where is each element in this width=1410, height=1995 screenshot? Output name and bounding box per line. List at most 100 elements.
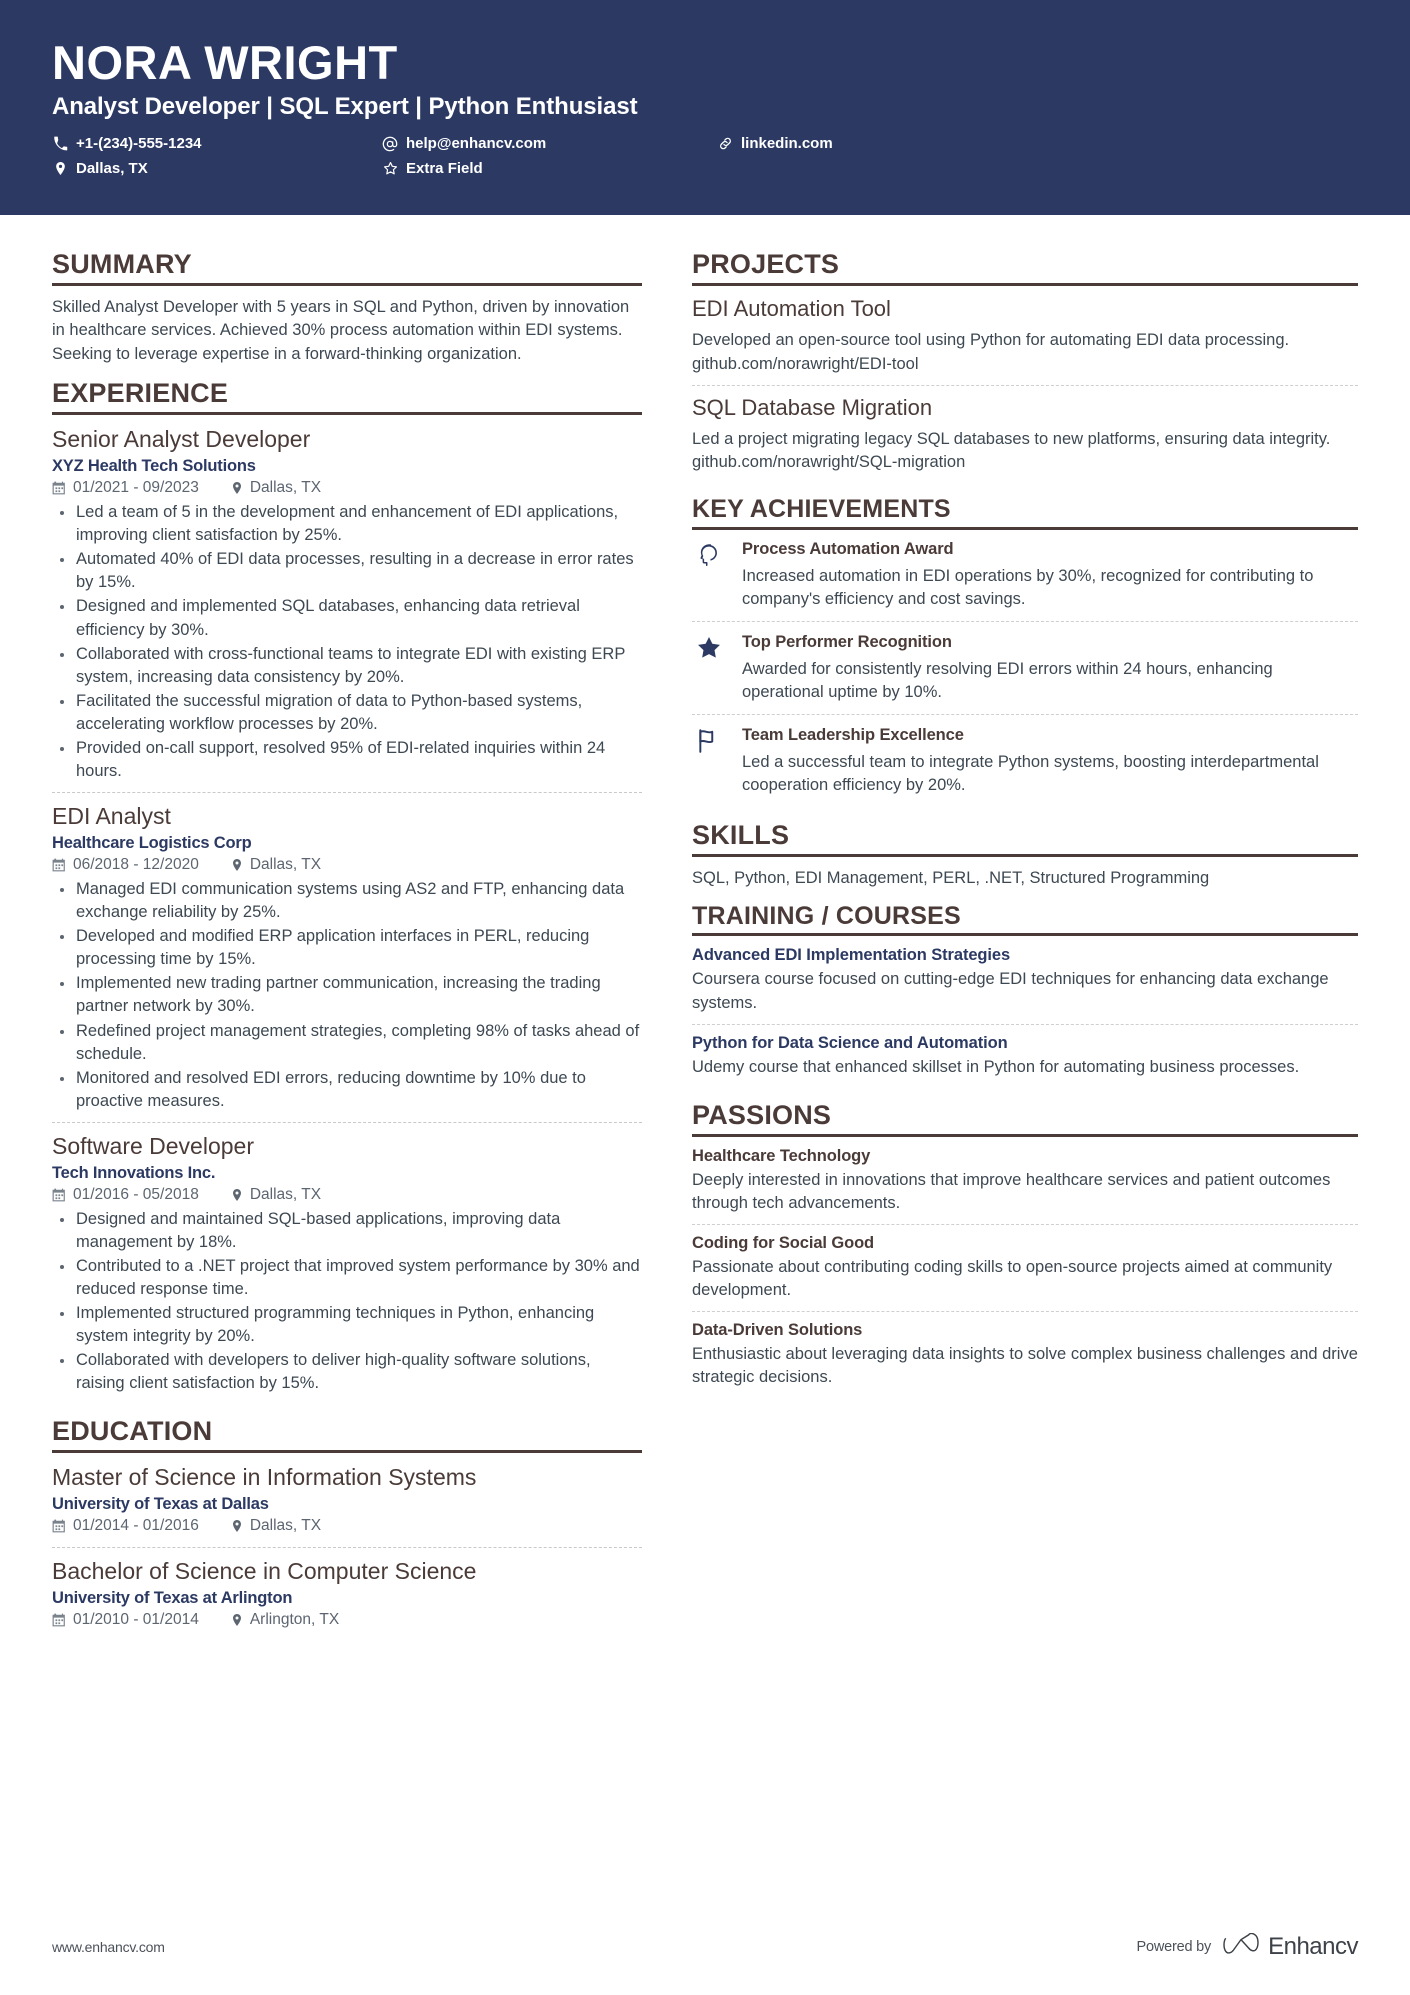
list-item: Monitored and resolved EDI errors, reduc… bbox=[60, 1067, 642, 1113]
divider bbox=[692, 933, 1358, 937]
map-pin-icon bbox=[52, 161, 68, 176]
divider bbox=[692, 283, 1358, 287]
section-heading-skills: SKILLS bbox=[692, 819, 790, 850]
job-title: Senior Analyst Developer bbox=[52, 426, 311, 453]
job-location: Dallas, TX bbox=[231, 1186, 321, 1204]
list-item: Contributed to a .NET project that impro… bbox=[60, 1255, 642, 1301]
map-pin-icon bbox=[231, 1188, 243, 1202]
job-meta: 06/2018 - 12/2020 Dallas, TX bbox=[52, 856, 642, 874]
job-title: Software Developer bbox=[52, 1132, 254, 1159]
contact-linkedin[interactable]: linkedin.com bbox=[717, 131, 1017, 156]
project-item: EDI Automation Tool Developed an open-so… bbox=[692, 296, 1358, 385]
map-pin-icon bbox=[231, 1613, 243, 1627]
job-bullets: Managed EDI communication systems using … bbox=[52, 878, 642, 1113]
job-location-text: Dallas, TX bbox=[249, 855, 322, 873]
job-dates-text: 01/2021 - 09/2023 bbox=[73, 479, 199, 497]
divider bbox=[692, 1133, 1358, 1137]
training-item: Advanced EDI Implementation Strategies C… bbox=[692, 946, 1358, 1023]
training-item: Python for Data Science and Automation U… bbox=[692, 1023, 1358, 1088]
contact-phone[interactable]: +1-(234)-555-1234 bbox=[52, 131, 382, 156]
calendar-icon bbox=[52, 481, 66, 495]
project-title: SQL Database Migration bbox=[692, 394, 933, 420]
achievement-item: Process Automation Award Increased autom… bbox=[692, 540, 1358, 621]
section-training-courses: TRAINING / COURSES Advanced EDI Implemen… bbox=[692, 902, 1358, 1088]
list-item: Automated 40% of EDI data processes, res… bbox=[60, 548, 642, 594]
job-bullets: Led a team of 5 in the development and e… bbox=[52, 501, 642, 783]
achievement-item: Top Performer Recognition Awarded for co… bbox=[692, 621, 1358, 714]
right-column: PROJECTS EDI Automation Tool Developed a… bbox=[692, 215, 1358, 1645]
map-pin-icon bbox=[231, 1519, 243, 1533]
section-heading-education: EDUCATION bbox=[52, 1416, 213, 1447]
brand-name: Enhancv bbox=[1268, 1933, 1358, 1960]
education-meta: 01/2010 - 01/2014 Arlington, TX bbox=[52, 1611, 642, 1629]
list-item: Designed and implemented SQL databases, … bbox=[60, 595, 642, 641]
achievement-body: Top Performer Recognition Awarded for co… bbox=[742, 633, 1358, 704]
divider bbox=[692, 526, 1358, 530]
experience-entry: Senior Analyst Developer XYZ Health Tech… bbox=[52, 425, 642, 792]
star-outline-icon bbox=[382, 161, 398, 176]
education-dates: 01/2014 - 01/2016 bbox=[52, 1517, 199, 1535]
passion-description: Deeply interested in innovations that im… bbox=[692, 1170, 1331, 1212]
list-item: Facilitated the successful migration of … bbox=[60, 690, 642, 736]
list-item: Developed and modified ERP application i… bbox=[60, 925, 642, 971]
job-dates: 06/2018 - 12/2020 bbox=[52, 856, 199, 874]
achievement-title: Team Leadership Excellence bbox=[742, 726, 964, 745]
job-dates: 01/2016 - 05/2018 bbox=[52, 1186, 199, 1204]
passion-description: Enthusiastic about leveraging data insig… bbox=[692, 1345, 1358, 1387]
job-dates: 01/2021 - 09/2023 bbox=[52, 479, 199, 497]
job-title: EDI Analyst bbox=[52, 803, 171, 830]
job-meta: 01/2016 - 05/2018 Dallas, TX bbox=[52, 1186, 642, 1204]
contact-email[interactable]: help@enhancv.com bbox=[382, 131, 717, 156]
achievement-text: Awarded for consistently resolving EDI e… bbox=[742, 660, 1273, 702]
passion-description: Passionate about contributing coding ski… bbox=[692, 1257, 1333, 1300]
training-description: Coursera course focused on cutting-edge … bbox=[692, 970, 1329, 1012]
achievement-body: Process Automation Award Increased autom… bbox=[742, 540, 1358, 611]
list-item: Collaborated with cross-functional teams… bbox=[60, 643, 642, 689]
contact-location: Dallas, TX bbox=[52, 156, 382, 181]
company-name: XYZ Health Tech Solutions bbox=[52, 457, 256, 476]
education-dates: 01/2010 - 01/2014 bbox=[52, 1611, 199, 1629]
resume-header: NORA WRIGHT Analyst Developer | SQL Expe… bbox=[0, 0, 1410, 215]
divider bbox=[52, 1450, 642, 1454]
contact-extra-field: Extra Field bbox=[382, 156, 717, 181]
project-description: Led a project migrating legacy SQL datab… bbox=[692, 430, 1331, 472]
job-dates-text: 01/2016 - 05/2018 bbox=[73, 1185, 199, 1203]
powered-by-label: Powered by bbox=[1136, 1939, 1212, 1955]
flag-icon bbox=[692, 726, 726, 797]
degree-title: Master of Science in Information Systems bbox=[52, 1464, 477, 1491]
list-item: Led a team of 5 in the development and e… bbox=[60, 501, 642, 547]
education-location-text: Dallas, TX bbox=[249, 1517, 322, 1535]
training-title: Advanced EDI Implementation Strategies bbox=[692, 946, 1011, 965]
head-profile-icon bbox=[692, 540, 726, 611]
education-dates-text: 01/2010 - 01/2014 bbox=[73, 1610, 199, 1628]
enhancv-logo: Enhancv bbox=[1223, 1932, 1358, 1962]
school-name: University of Texas at Dallas bbox=[52, 1495, 269, 1514]
education-dates-text: 01/2014 - 01/2016 bbox=[73, 1517, 199, 1535]
section-heading-passions: PASSIONS bbox=[692, 1099, 832, 1130]
job-location: Dallas, TX bbox=[231, 856, 321, 874]
star-icon bbox=[692, 633, 726, 704]
contact-column-3: linkedin.com bbox=[717, 131, 1017, 181]
company-name: Tech Innovations Inc. bbox=[52, 1163, 216, 1182]
page-title: NORA WRIGHT bbox=[52, 36, 398, 89]
footer-branding: Powered by Enhancv bbox=[1136, 1932, 1358, 1962]
footer-website[interactable]: www.enhancv.com bbox=[52, 1939, 165, 1955]
map-pin-icon bbox=[231, 858, 243, 872]
training-description: Udemy course that enhanced skillset in P… bbox=[692, 1057, 1300, 1076]
list-item: Provided on-call support, resolved 95% o… bbox=[60, 737, 642, 783]
at-sign-icon bbox=[382, 136, 398, 152]
company-name: Healthcare Logistics Corp bbox=[52, 833, 252, 852]
section-skills: SKILLS SQL, Python, EDI Management, PERL… bbox=[692, 820, 1358, 890]
contact-extra-field-text: Extra Field bbox=[406, 160, 483, 178]
contact-location-text: Dallas, TX bbox=[76, 160, 148, 178]
calendar-icon bbox=[52, 858, 66, 872]
job-location-text: Dallas, TX bbox=[249, 479, 322, 497]
list-item: Collaborated with developers to deliver … bbox=[60, 1349, 642, 1395]
achievement-title: Process Automation Award bbox=[742, 539, 954, 558]
contact-email-text: help@enhancv.com bbox=[406, 135, 547, 153]
headline: Analyst Developer | SQL Expert | Python … bbox=[52, 93, 638, 121]
education-entry: Master of Science in Information Systems… bbox=[52, 1463, 642, 1547]
passion-title: Data-Driven Solutions bbox=[692, 1321, 863, 1340]
job-meta: 01/2021 - 09/2023 Dallas, TX bbox=[52, 479, 642, 497]
calendar-icon bbox=[52, 1188, 66, 1202]
